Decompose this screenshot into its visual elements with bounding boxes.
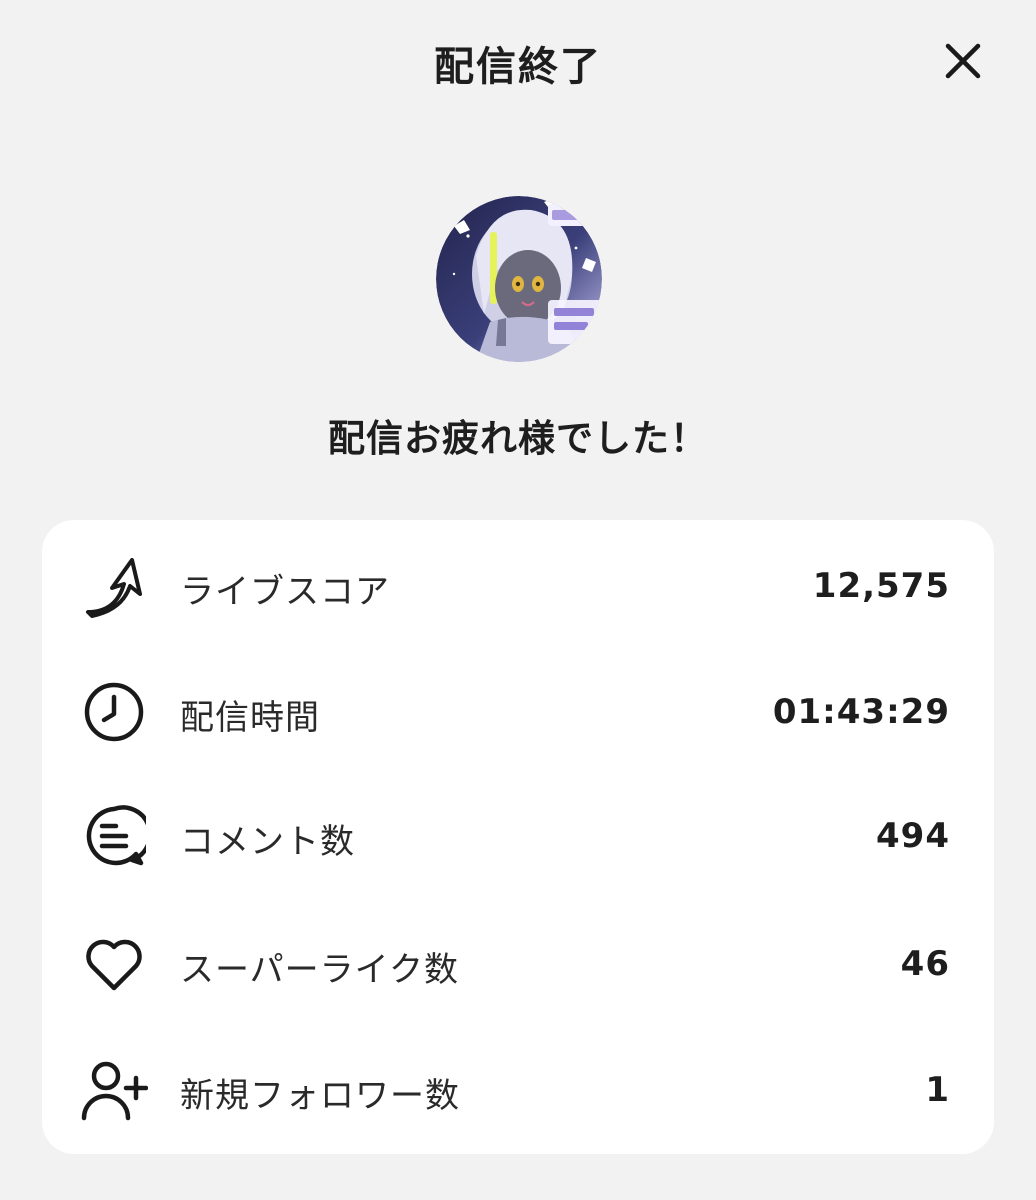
stat-row-new-followers: 新規フォロワー数 1 bbox=[42, 1038, 994, 1138]
page-title: 配信終了 bbox=[434, 44, 602, 90]
stat-value-new-followers: 1 bbox=[925, 1070, 950, 1110]
header: 配信終了 bbox=[0, 0, 1036, 120]
stat-value-stream-time: 01:43:29 bbox=[772, 692, 950, 732]
add-user-icon bbox=[80, 1056, 148, 1124]
stat-row-comments: コメント数 494 bbox=[42, 784, 994, 884]
stat-row-stream-time: 配信時間 01:43:29 bbox=[42, 660, 994, 760]
live-score-arrow-icon bbox=[80, 552, 148, 620]
stat-value-super-likes: 46 bbox=[900, 944, 950, 984]
close-icon bbox=[945, 43, 981, 79]
stats-card: ライブスコア 12,575 配信時間 01:43:29 コメント数 494 スー… bbox=[42, 520, 994, 1154]
stat-value-live-score: 12,575 bbox=[812, 566, 950, 606]
stat-label-live-score: ライブスコア bbox=[180, 572, 390, 612]
stat-row-super-likes: スーパーライク数 46 bbox=[42, 912, 994, 1012]
stat-value-comments: 494 bbox=[876, 816, 950, 856]
clock-icon bbox=[80, 678, 148, 746]
stat-label-super-likes: スーパーライク数 bbox=[180, 950, 459, 990]
stat-row-live-score: ライブスコア 12,575 bbox=[42, 534, 994, 634]
comment-bubble-icon bbox=[80, 802, 148, 870]
close-button[interactable] bbox=[936, 34, 990, 88]
stat-label-new-followers: 新規フォロワー数 bbox=[180, 1076, 460, 1116]
stat-label-comments: コメント数 bbox=[180, 822, 355, 862]
stat-label-stream-time: 配信時間 bbox=[180, 698, 320, 738]
stream-complete-message: 配信お疲れ様でした！ bbox=[328, 417, 708, 460]
avatar bbox=[436, 196, 602, 362]
heart-icon bbox=[80, 930, 148, 998]
